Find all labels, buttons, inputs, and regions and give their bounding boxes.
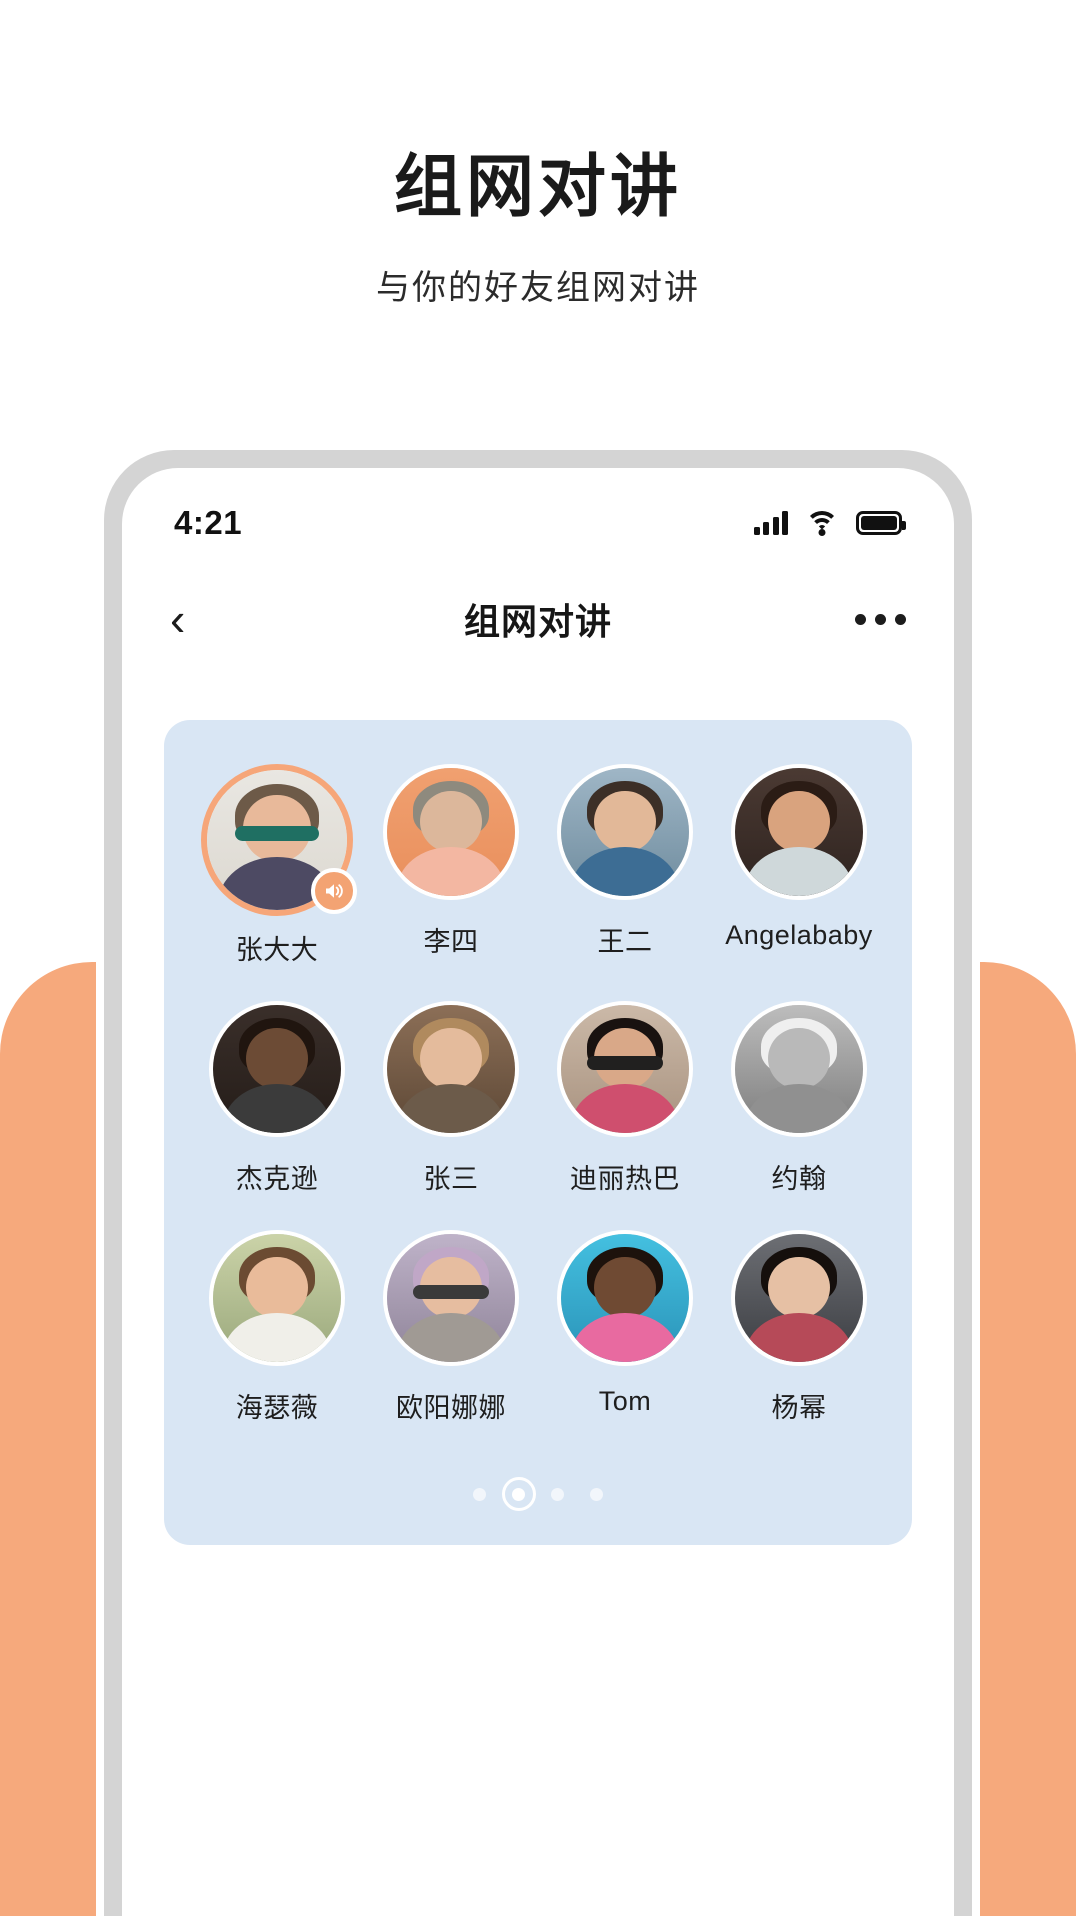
avatar[interactable] [209,1230,345,1366]
avatar-photo [213,1005,341,1133]
status-bar: 4:21 [122,468,954,564]
avatar-photo [561,1234,689,1362]
avatar-photo [561,768,689,896]
member-item[interactable]: 欧阳娜娜 [364,1230,538,1425]
member-item[interactable]: 张三 [364,1001,538,1196]
avatar-wrapper [557,1230,693,1366]
pagination-dot[interactable] [590,1487,603,1501]
member-item[interactable]: 李四 [364,764,538,967]
avatar[interactable] [731,1230,867,1366]
member-grid: 张大大 李四 王二 Angelababy 杰克逊 张三 迪丽热巴 约翰 海瑟薇 … [190,764,886,1425]
avatar-photo [387,768,515,896]
member-item[interactable]: 王二 [538,764,712,967]
promo-subtitle: 与你的好友组网对讲 [376,269,700,308]
member-name: Angelababy [725,920,873,950]
member-item[interactable]: Tom [538,1230,712,1425]
promo-title: 组网对讲 [393,149,682,225]
pagination-dot[interactable] [512,1487,525,1501]
member-name: 欧阳娜娜 [396,1393,506,1423]
avatar[interactable] [557,1230,693,1366]
battery-icon [856,511,906,535]
avatar-wrapper [383,764,519,900]
avatar[interactable] [557,764,693,900]
page-title: 组网对讲 [463,601,612,642]
back-button[interactable]: ‹ [170,596,230,642]
speaker-icon [326,884,343,898]
member-name: 约翰 [771,1164,827,1194]
more-options-button[interactable] [855,613,906,625]
avatar[interactable] [557,1001,693,1137]
avatar-wrapper [209,1001,345,1137]
avatar[interactable] [731,764,867,900]
member-name: 杰克逊 [235,1164,319,1194]
member-name: Tom [598,1386,652,1416]
avatar-photo [213,1234,341,1362]
avatar-photo [735,1234,863,1362]
avatar[interactable] [209,1001,345,1137]
member-name: 张大大 [235,935,319,965]
member-item[interactable]: Angelababy [712,764,886,967]
avatar-wrapper [557,764,693,900]
avatar-photo [735,768,863,896]
member-name: 杨幂 [771,1393,827,1423]
avatar-wrapper [557,1001,693,1137]
member-grid-card: 张大大 李四 王二 Angelababy 杰克逊 张三 迪丽热巴 约翰 海瑟薇 … [164,720,912,1545]
avatar-photo [387,1005,515,1133]
wifi-icon [805,510,839,536]
status-time: 4:21 [174,504,243,541]
avatar[interactable] [383,1230,519,1366]
speaking-badge [311,868,357,914]
member-item[interactable]: 海瑟薇 [190,1230,364,1425]
avatar-wrapper [201,764,357,916]
member-name: 迪丽热巴 [570,1164,680,1194]
avatar-photo [387,1234,515,1362]
pagination-dots [190,1477,886,1511]
avatar[interactable] [383,764,519,900]
member-item[interactable]: 迪丽热巴 [538,1001,712,1196]
promo-screenshot: 组网对讲 与你的好友组网对讲 4:21 ‹ 组网对讲 张大大 李四 王二 Ang… [0,0,1076,1916]
member-item[interactable]: 张大大 [190,764,364,967]
pagination-dot[interactable] [551,1487,564,1501]
pagination-dot[interactable] [473,1487,486,1501]
member-item[interactable]: 杰克逊 [190,1001,364,1196]
member-name: 张三 [423,1164,479,1194]
avatar-wrapper [383,1001,519,1137]
avatar-wrapper [209,1230,345,1366]
member-item[interactable]: 约翰 [712,1001,886,1196]
member-name: 李四 [423,927,479,957]
member-item[interactable]: 杨幂 [712,1230,886,1425]
signal-icon [753,511,788,535]
avatar-wrapper [383,1230,519,1366]
promo-headline-block: 组网对讲 与你的好友组网对讲 [0,148,1076,309]
phone-screen: 4:21 ‹ 组网对讲 张大大 李四 王二 Angelababy 杰克逊 张三 … [122,468,954,1916]
avatar[interactable] [731,1001,867,1137]
avatar-wrapper [731,764,867,900]
status-icon-group [753,510,906,536]
avatar-wrapper [731,1001,867,1137]
member-name: 海瑟薇 [235,1393,319,1423]
member-name: 王二 [597,927,653,957]
avatar-photo [561,1005,689,1133]
avatar-photo [735,1005,863,1133]
nav-bar: ‹ 组网对讲 [122,564,954,674]
avatar-wrapper [731,1230,867,1366]
avatar[interactable] [383,1001,519,1137]
phone-mockup: 4:21 ‹ 组网对讲 张大大 李四 王二 Angelababy 杰克逊 张三 … [104,450,972,1916]
